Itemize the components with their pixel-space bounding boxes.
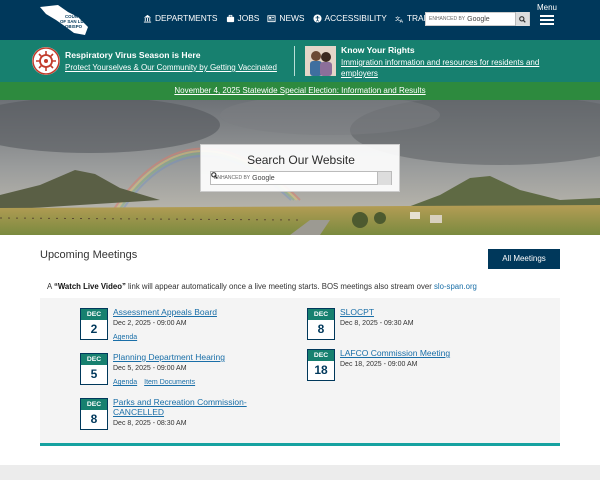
briefcase-icon (226, 14, 234, 22)
meeting-title-link[interactable]: LAFCO Commission Meeting (340, 348, 450, 358)
meeting-title-link[interactable]: Assessment Appeals Board (113, 307, 217, 317)
vaccination-link[interactable]: Protect Yourselves & Our Community by Ge… (65, 63, 277, 72)
meeting-links: Agenda (113, 334, 144, 341)
newspaper-icon (267, 14, 276, 22)
header-search-input[interactable]: ENHANCED BY Google (425, 12, 530, 26)
site-search-input[interactable]: ENHANCED BY Google (210, 171, 392, 185)
hero-banner: Search Our Website ENHANCED BY Google (0, 100, 600, 235)
upcoming-meetings-section: Upcoming Meetings All Meetings A “Watch … (0, 235, 600, 465)
agenda-link[interactable]: Agenda (113, 334, 137, 341)
virus-icon (32, 47, 60, 75)
menu-label: Menu (536, 3, 557, 12)
site-search-button[interactable] (211, 171, 391, 185)
agenda-link[interactable]: Agenda (113, 379, 137, 386)
know-your-rights-image (305, 46, 336, 76)
item-documents-link[interactable]: Item Documents (144, 379, 195, 386)
slo-span-link[interactable]: slo-span.org (434, 282, 477, 291)
nav-departments-label: DEPARTMENTS (155, 13, 218, 23)
live-video-notice: A “Watch Live Video” link will appear au… (47, 282, 477, 291)
nav-news[interactable]: NEWS (267, 13, 305, 23)
nav-departments[interactable]: DEPARTMENTS (143, 13, 218, 23)
nav-jobs-label: JOBS (237, 13, 260, 23)
immigration-info-link[interactable]: Immigration information and resources fo… (341, 57, 571, 79)
date-badge[interactable]: DEC 8 (80, 398, 108, 430)
menu-button[interactable]: Menu (535, 3, 559, 27)
county-logo[interactable]: COUNTY OF SAN LUIS OBISPO (38, 3, 90, 37)
meeting-datetime: Dec 8, 2025 - 08:30 AM (113, 420, 187, 427)
enhanced-by-label: ENHANCED BY (429, 16, 466, 22)
hamburger-icon (540, 15, 554, 25)
date-badge[interactable]: DEC 8 (307, 308, 335, 340)
meeting-title-link[interactable]: Planning Department Hearing (113, 352, 225, 362)
main-nav: DEPARTMENTS JOBS NEWS ACCESSIBILITY 文A T… (143, 13, 456, 23)
search-title: Search Our Website (247, 153, 355, 167)
translate-icon: 文A (395, 14, 404, 23)
date-badge[interactable]: DEC 2 (80, 308, 108, 340)
meeting-title-link[interactable]: Parks and Recreation Commission- CANCELLE… (113, 397, 247, 417)
search-icon (211, 172, 218, 179)
election-info-link[interactable]: November 4, 2025 Statewide Special Elect… (174, 86, 425, 95)
accessibility-icon (312, 13, 322, 23)
election-banner: November 4, 2025 Statewide Special Elect… (0, 82, 600, 100)
meeting-links: Agenda Item Documents (113, 379, 202, 386)
google-label: Google (252, 174, 275, 182)
alert-banner: Respiratory Virus Season is Here Protect… (0, 40, 600, 82)
svg-text:OBISPO: OBISPO (65, 24, 83, 29)
header-search-button[interactable] (515, 12, 529, 26)
date-badge[interactable]: DEC 5 (80, 353, 108, 385)
nav-news-label: NEWS (279, 13, 305, 23)
svg-text:A: A (399, 18, 403, 22)
date-badge[interactable]: DEC 18 (307, 349, 335, 381)
nav-jobs[interactable]: JOBS (226, 13, 260, 23)
meetings-list: DEC 2 Assessment Appeals Board Dec 2, 20… (40, 298, 560, 446)
meeting-title-link[interactable]: SLOCPT (340, 307, 374, 317)
meeting-datetime: Dec 2, 2025 - 09:00 AM (113, 320, 187, 327)
all-meetings-button[interactable]: All Meetings (488, 249, 560, 269)
nav-accessibility[interactable]: ACCESSIBILITY (312, 13, 387, 23)
virus-season-title: Respiratory Virus Season is Here (65, 50, 201, 60)
meeting-datetime: Dec 5, 2025 - 09:00 AM (113, 365, 187, 372)
site-search-panel: Search Our Website ENHANCED BY Google (200, 144, 400, 192)
nav-accessibility-label: ACCESSIBILITY (324, 13, 387, 23)
building-icon (143, 14, 152, 23)
google-label: Google (467, 15, 490, 23)
search-icon (519, 15, 526, 23)
alert-divider (294, 46, 295, 76)
upcoming-meetings-title: Upcoming Meetings (40, 249, 138, 261)
site-header: COUNTY OF SAN LUIS OBISPO DEPARTMENTS JO… (0, 0, 600, 40)
know-your-rights-title: Know Your Rights (341, 45, 415, 55)
footer-spacer (0, 465, 600, 480)
meeting-datetime: Dec 18, 2025 - 09:00 AM (340, 361, 418, 368)
meeting-datetime: Dec 8, 2025 - 09:30 AM (340, 320, 414, 327)
